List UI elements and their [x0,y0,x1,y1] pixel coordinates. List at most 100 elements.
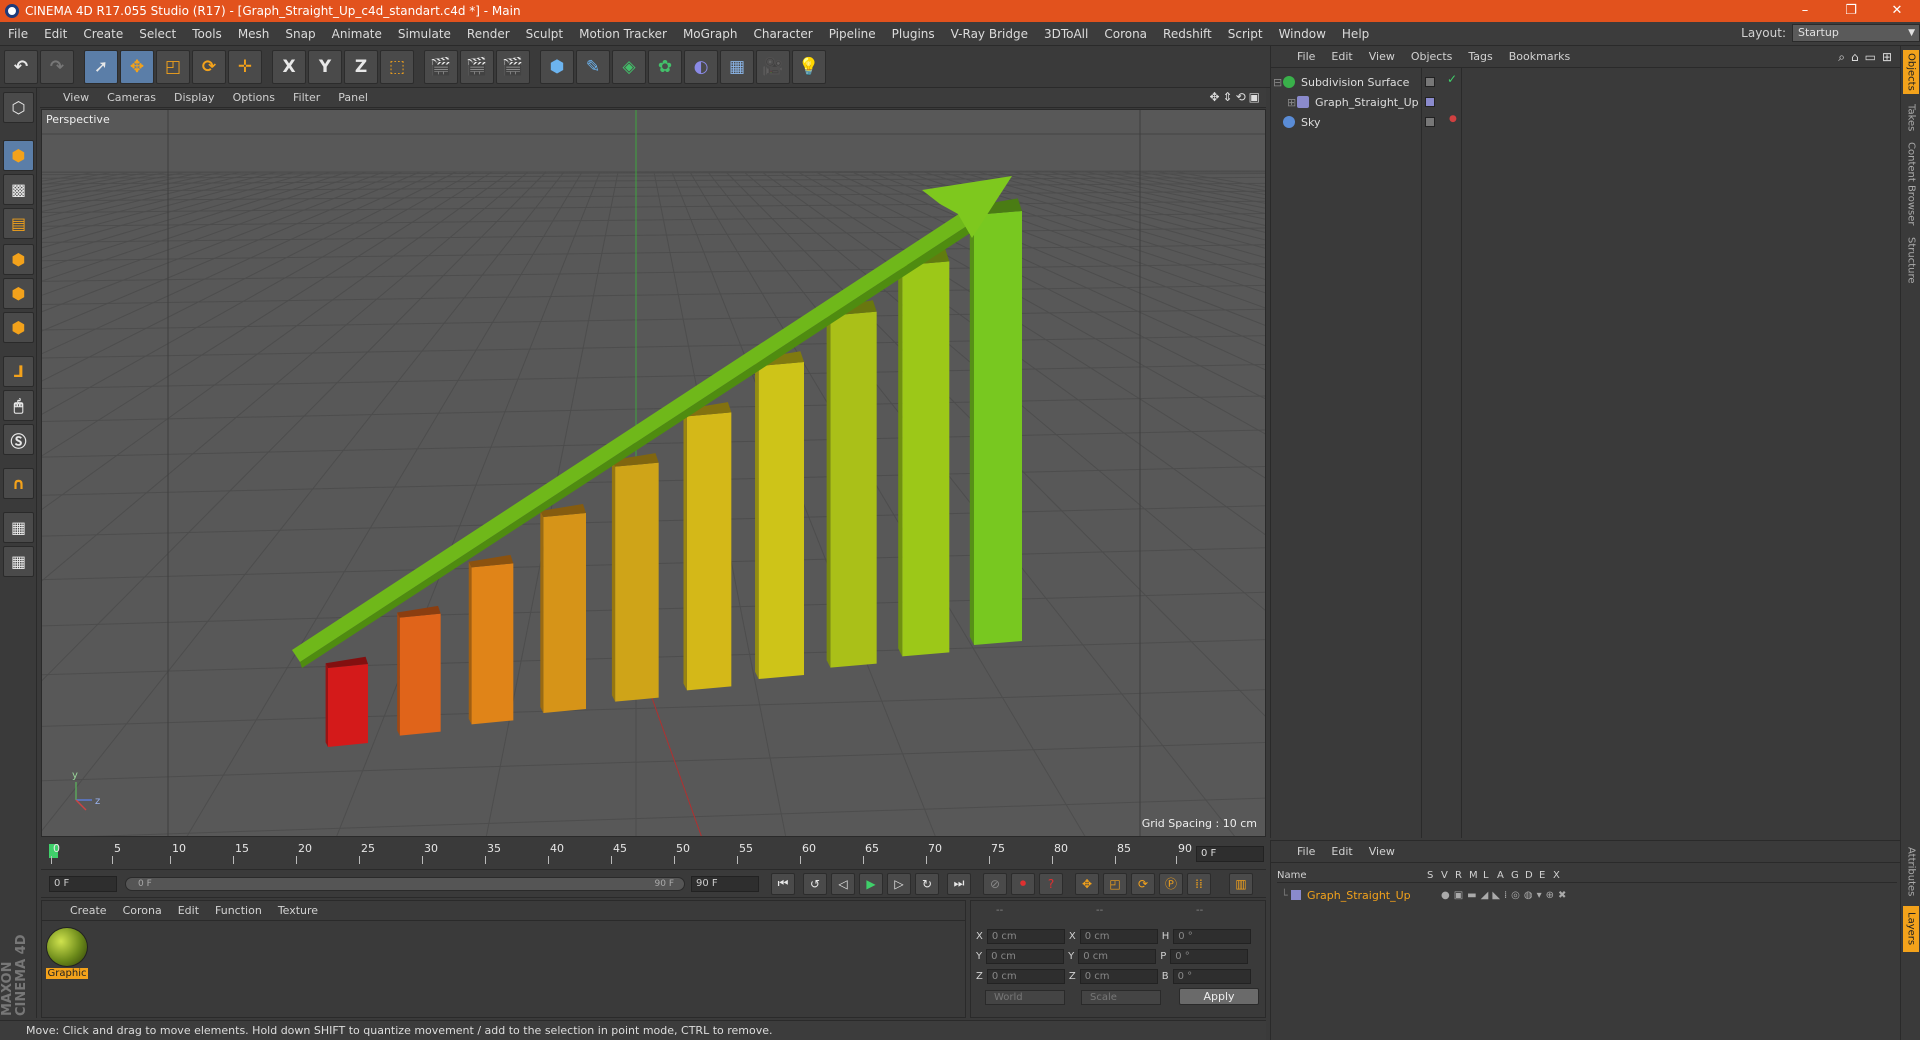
deformer-button[interactable]: ◐ [684,49,718,84]
viewport-menu-view[interactable]: View [54,91,98,104]
dolly-icon[interactable]: ⇕ [1223,90,1233,104]
play-button[interactable]: ▶ [859,872,883,895]
perspective-viewport[interactable]: y z Perspective Grid Spacing : 10 cm [41,109,1266,837]
om-menu-bookmarks[interactable]: Bookmarks [1501,50,1578,63]
previous-keyframe-button[interactable]: ↺ [803,872,827,895]
menu-tools[interactable]: Tools [184,27,230,41]
viewport-menu-filter[interactable]: Filter [284,91,329,104]
orbit-icon[interactable]: ⟲ [1236,90,1246,104]
rotate-tool-button[interactable]: ⟳ [192,49,226,84]
redo-button[interactable]: ↷ [40,49,74,84]
tab-content-browser[interactable]: Content Browser [1903,142,1919,226]
menu-vray-bridge[interactable]: V-Ray Bridge [943,27,1036,41]
timeline[interactable]: 0 5 10 15 20 25 30 35 40 45 50 55 60 65 … [41,840,1266,870]
home-icon[interactable]: ⌂ [1851,50,1859,65]
menu-script[interactable]: Script [1220,27,1271,41]
size-z-field[interactable]: 0 cm [1079,969,1158,984]
layer-flag-icons[interactable]: ●▣▬◢◣⁞◎◍▾⊕✖ [1441,890,1570,901]
coordinate-space-dropdown[interactable]: World [985,990,1065,1005]
scale-tool-button[interactable]: ◰ [156,49,190,84]
om-menu-objects[interactable]: Objects [1403,50,1461,63]
key-scale-button[interactable]: ◰ [1103,872,1127,895]
material-menu-function[interactable]: Function [207,904,270,917]
menu-window[interactable]: Window [1271,27,1334,41]
render-picture-viewer-button[interactable]: 🎬 [460,49,494,84]
menu-3dtoall[interactable]: 3DToAll [1036,27,1096,41]
visibility-toggle[interactable] [1425,77,1435,87]
material-menu-corona[interactable]: Corona [115,904,170,917]
material-menu-edit[interactable]: Edit [170,904,207,917]
cube-button[interactable]: ⬢ [540,49,574,84]
menu-mesh[interactable]: Mesh [230,27,278,41]
menu-select[interactable]: Select [131,27,184,41]
polygons-mode-button[interactable]: ⬢ [3,312,34,343]
autokey-button[interactable]: ⏺ [1011,872,1035,895]
om-menu-file[interactable]: File [1289,50,1323,63]
restore-button[interactable]: ❐ [1828,0,1874,22]
expand-icon[interactable]: ⊞ [1287,96,1297,109]
menu-edit[interactable]: Edit [36,27,75,41]
om-menu-edit[interactable]: Edit [1323,50,1360,63]
size-y-field[interactable]: 0 cm [1078,949,1157,964]
axis-mode-button[interactable]: ⅃ [3,356,34,387]
position-x-field[interactable]: 0 cm [986,929,1065,944]
go-to-start-button[interactable]: ⏮ [771,872,795,895]
tweak-mode-button[interactable]: 🖱 [3,390,34,421]
menu-simulate[interactable]: Simulate [390,27,459,41]
light-button[interactable]: 💡 [792,49,826,84]
tab-layers[interactable]: Layers [1903,906,1919,952]
y-axis-button[interactable]: Y [308,49,342,84]
previous-frame-button[interactable]: ◁ [831,872,855,895]
coordinate-system-button[interactable]: ⬚ [380,49,414,84]
tab-takes[interactable]: Takes [1903,98,1919,138]
layer-color-swatch[interactable] [1291,890,1301,900]
pan-icon[interactable]: ✥ [1209,90,1219,104]
menu-character[interactable]: Character [745,27,820,41]
render-view-button[interactable]: 🎬 [424,49,458,84]
maximize-icon[interactable]: ▣ [1249,90,1260,104]
rotation-b-field[interactable]: 0 ° [1172,969,1251,984]
visibility-toggle[interactable] [1425,117,1435,127]
transform-tool-button[interactable]: ✛ [228,49,262,84]
menu-motion-tracker[interactable]: Motion Tracker [571,27,675,41]
mograph-cloner-button[interactable]: ✿ [648,49,682,84]
lm-menu-edit[interactable]: Edit [1323,845,1360,858]
camera-button[interactable]: 🎥 [756,49,790,84]
menu-file[interactable]: File [0,27,36,41]
make-editable-button[interactable]: ⬡ [3,92,34,123]
lock-workplane-button[interactable]: ▦ [3,512,34,543]
live-selection-button[interactable]: ➚ [84,49,118,84]
move-tool-button[interactable]: ✥ [120,49,154,84]
model-mode-button[interactable]: ⬢ [3,140,34,171]
snap-button[interactable]: Ⓢ [3,424,34,455]
minimize-button[interactable]: – [1782,0,1828,22]
go-to-end-button[interactable]: ⏭ [947,872,971,895]
viewport-menu-display[interactable]: Display [165,91,224,104]
enabled-check-icon[interactable]: ✓ [1447,72,1457,86]
position-y-field[interactable]: 0 cm [986,949,1065,964]
menu-sculpt[interactable]: Sculpt [518,27,571,41]
current-frame-field[interactable]: 0 F [1196,846,1264,862]
menu-corona[interactable]: Corona [1096,27,1155,41]
timeline-window-button[interactable]: ▥ [1229,872,1253,895]
apply-button[interactable]: Apply [1179,988,1259,1005]
render-settings-button[interactable]: 🎬 [496,49,530,84]
size-x-field[interactable]: 0 cm [1079,929,1158,944]
lm-menu-view[interactable]: View [1361,845,1403,858]
object-row-sky[interactable]: Sky [1273,112,1873,132]
material-swatch-graphic[interactable]: Graphic [46,927,88,979]
menu-redshift[interactable]: Redshift [1155,27,1220,41]
expand-panel-icon[interactable]: ⊞ [1882,50,1892,65]
points-mode-button[interactable]: ⬢ [3,244,34,275]
object-row-graph-straight-up[interactable]: ⊞ Graph_Straight_Up [1273,92,1873,112]
rotation-h-field[interactable]: 0 ° [1173,929,1252,944]
subdivision-button[interactable]: ◈ [612,49,646,84]
key-pla-button[interactable]: ⁞⁞ [1187,872,1211,895]
position-z-field[interactable]: 0 cm [986,969,1065,984]
close-button[interactable]: ✕ [1874,0,1920,22]
planar-workplane-button[interactable]: ▦ [3,546,34,577]
menu-help[interactable]: Help [1334,27,1377,41]
layout-dropdown[interactable]: Startup ▼ [1792,24,1920,42]
expand-icon[interactable]: ⊟ [1273,76,1283,89]
material-menu-create[interactable]: Create [62,904,115,917]
